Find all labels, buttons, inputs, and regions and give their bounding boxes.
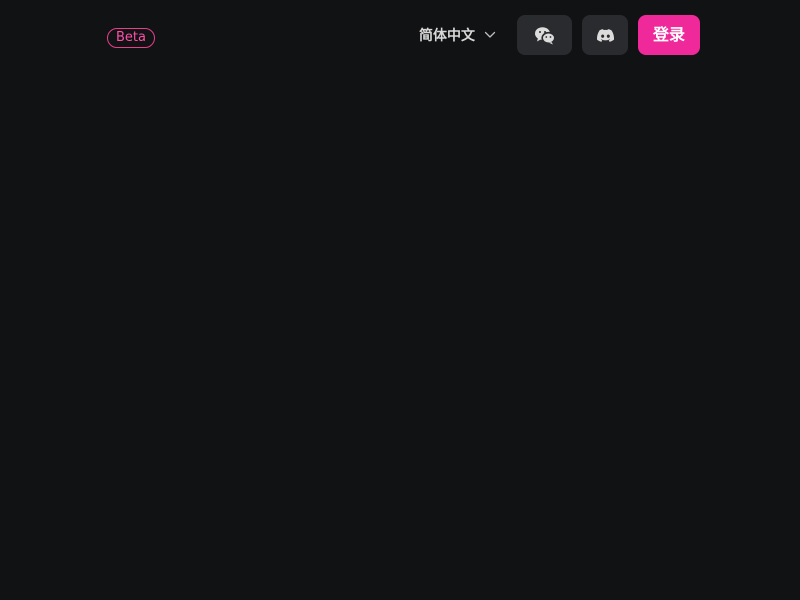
login-button[interactable]: 登录 <box>638 15 700 55</box>
wechat-button[interactable] <box>517 15 572 55</box>
discord-button[interactable] <box>582 15 628 55</box>
discord-icon <box>596 28 614 42</box>
wechat-icon <box>534 26 556 45</box>
language-label: 简体中文 <box>419 28 475 44</box>
top-header: Beta 简体中文 登录 <box>0 0 800 70</box>
page: Beta 简体中文 登录 <box>0 0 800 600</box>
chevron-down-icon <box>484 31 496 39</box>
language-selector[interactable]: 简体中文 <box>419 24 496 46</box>
beta-badge: Beta <box>107 28 155 48</box>
